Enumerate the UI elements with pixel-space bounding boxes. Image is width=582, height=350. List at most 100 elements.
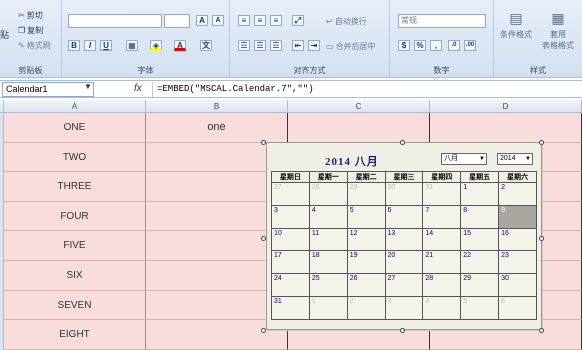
calendar-day[interactable]: 2 xyxy=(346,295,386,320)
function-icon[interactable]: fx xyxy=(134,83,142,94)
formula-input[interactable]: =EMBED("MSCAL.Calendar.7","") xyxy=(152,82,580,97)
resize-handle[interactable] xyxy=(539,236,544,241)
calendar-day[interactable]: 14 xyxy=(422,227,462,252)
format-painter-button[interactable]: ✎ 格式刷 xyxy=(18,40,51,51)
align-center-icon[interactable]: ☰ xyxy=(254,40,266,51)
font-name-combo[interactable] xyxy=(68,14,162,28)
calendar-day[interactable]: 1 xyxy=(308,295,348,320)
font-color-button[interactable]: A xyxy=(174,40,186,51)
copy-button[interactable]: ❐ 复制 xyxy=(18,25,43,36)
calendar-day[interactable]: 31 xyxy=(271,295,310,320)
phonetic-button[interactable]: 文 xyxy=(200,40,212,51)
decrease-indent-icon[interactable]: ⇤ xyxy=(292,40,304,51)
cell-a[interactable]: FOUR xyxy=(4,201,146,232)
orientation-icon[interactable]: ⤢ xyxy=(292,15,304,26)
calendar-day[interactable]: 13 xyxy=(384,227,424,252)
calendar-day[interactable]: 18 xyxy=(308,250,348,275)
conditional-format-button[interactable]: ▤ 条件格式 xyxy=(500,10,532,40)
align-bottom-icon[interactable]: ≡ xyxy=(270,15,282,26)
bold-button[interactable]: B xyxy=(68,40,80,51)
calendar-day[interactable]: 2 xyxy=(498,182,537,206)
align-right-icon[interactable]: ☰ xyxy=(270,40,282,51)
calendar-day[interactable]: 31 xyxy=(422,182,462,206)
column-header-d[interactable]: D xyxy=(430,100,582,113)
calendar-day[interactable]: 22 xyxy=(460,250,500,275)
calendar-day[interactable]: 1 xyxy=(460,182,500,206)
calendar-day[interactable]: 3 xyxy=(384,295,424,320)
calendar-day[interactable]: 27 xyxy=(384,273,424,297)
resize-handle[interactable] xyxy=(400,140,405,145)
calendar-day[interactable]: 4 xyxy=(308,204,348,229)
calendar-day[interactable]: 24 xyxy=(271,273,310,297)
align-left-icon[interactable]: ☰ xyxy=(238,40,250,51)
calendar-day[interactable]: 28 xyxy=(308,182,348,206)
calendar-day[interactable]: 12 xyxy=(346,227,386,252)
cell-a[interactable]: TWO xyxy=(4,142,146,173)
calendar-day[interactable]: 7 xyxy=(422,204,462,229)
merge-center-button[interactable]: ▭ 合并后居中 xyxy=(326,41,376,52)
comma-icon[interactable]: , xyxy=(430,40,442,51)
month-select[interactable]: 八月 ▼ xyxy=(441,153,487,165)
calendar-day[interactable]: 6 xyxy=(384,204,424,229)
cell-a[interactable]: EIGHT xyxy=(4,320,146,350)
cell-c[interactable] xyxy=(288,113,430,143)
cell-a[interactable]: ONE xyxy=(4,113,146,143)
percent-icon[interactable]: % xyxy=(414,40,426,51)
calendar-control[interactable]: 2014 八月 八月 ▼ 2014 ▼ 星期日 星期一 星期二 星期三 星期四 星期五 星期六 … xyxy=(266,142,542,330)
resize-handle[interactable] xyxy=(261,328,266,333)
name-box[interactable]: Calendar1 xyxy=(2,82,94,97)
decrease-decimal-icon[interactable]: .00 xyxy=(464,40,476,51)
currency-icon[interactable]: $ xyxy=(398,40,410,51)
italic-button[interactable]: I xyxy=(84,40,96,51)
resize-handle[interactable] xyxy=(539,328,544,333)
font-size-combo[interactable] xyxy=(164,14,190,28)
calendar-day[interactable]: 25 xyxy=(308,273,348,297)
underline-button[interactable]: U xyxy=(100,40,112,51)
increase-indent-icon[interactable]: ⇥ xyxy=(308,40,320,51)
calendar-day[interactable]: 23 xyxy=(498,250,537,275)
year-select[interactable]: 2014 ▼ xyxy=(497,153,533,165)
number-format-combo[interactable]: 常规 xyxy=(398,14,486,28)
column-header-a[interactable]: A xyxy=(4,100,146,113)
calendar-day[interactable]: 4 xyxy=(422,295,462,320)
resize-handle[interactable] xyxy=(261,140,266,145)
cell-a[interactable]: THREE xyxy=(4,172,146,202)
calendar-day[interactable]: 8 xyxy=(460,204,500,229)
cell-a[interactable]: SEVEN xyxy=(4,290,146,321)
resize-handle[interactable] xyxy=(261,236,266,241)
calendar-day[interactable]: 6 xyxy=(498,295,537,320)
border-button[interactable]: ▦ xyxy=(126,40,138,51)
resize-handle[interactable] xyxy=(539,140,544,145)
resize-handle[interactable] xyxy=(400,328,405,333)
calendar-day[interactable]: 9 xyxy=(498,204,537,229)
cell-a[interactable]: FIVE xyxy=(4,231,146,261)
chevron-down-icon[interactable]: ▼ xyxy=(84,82,92,91)
shrink-font-button[interactable]: A xyxy=(212,15,224,26)
calendar-day[interactable]: 3 xyxy=(271,204,310,229)
calendar-day[interactable]: 10 xyxy=(271,227,310,252)
calendar-day[interactable]: 16 xyxy=(498,227,537,252)
calendar-day[interactable]: 15 xyxy=(460,227,500,252)
calendar-day[interactable]: 11 xyxy=(308,227,348,252)
calendar-day[interactable]: 5 xyxy=(346,204,386,229)
calendar-day[interactable]: 26 xyxy=(346,273,386,297)
increase-decimal-icon[interactable]: .0 xyxy=(448,40,460,51)
calendar-day[interactable]: 20 xyxy=(384,250,424,275)
cell-a[interactable]: SIX xyxy=(4,261,146,291)
calendar-day[interactable]: 30 xyxy=(384,182,424,206)
grow-font-button[interactable]: A xyxy=(196,15,208,26)
calendar-day[interactable]: 19 xyxy=(346,250,386,275)
wrap-text-button[interactable]: ↩ 自动换行 xyxy=(326,16,367,27)
column-header-b[interactable]: B xyxy=(146,100,288,113)
calendar-day[interactable]: 28 xyxy=(422,273,462,297)
calendar-day[interactable]: 27 xyxy=(271,182,310,206)
align-middle-icon[interactable]: ≡ xyxy=(254,15,266,26)
cut-button[interactable]: ✂ 剪切 xyxy=(18,10,43,21)
align-top-icon[interactable]: ≡ xyxy=(238,15,250,26)
column-header-c[interactable]: C xyxy=(288,100,430,113)
table-format-button[interactable]: ▦ 套用 表格格式 xyxy=(542,10,574,51)
calendar-day[interactable]: 30 xyxy=(498,273,537,297)
cell-d[interactable] xyxy=(430,113,582,143)
calendar-day[interactable]: 17 xyxy=(271,250,310,275)
calendar-day[interactable]: 21 xyxy=(422,250,462,275)
